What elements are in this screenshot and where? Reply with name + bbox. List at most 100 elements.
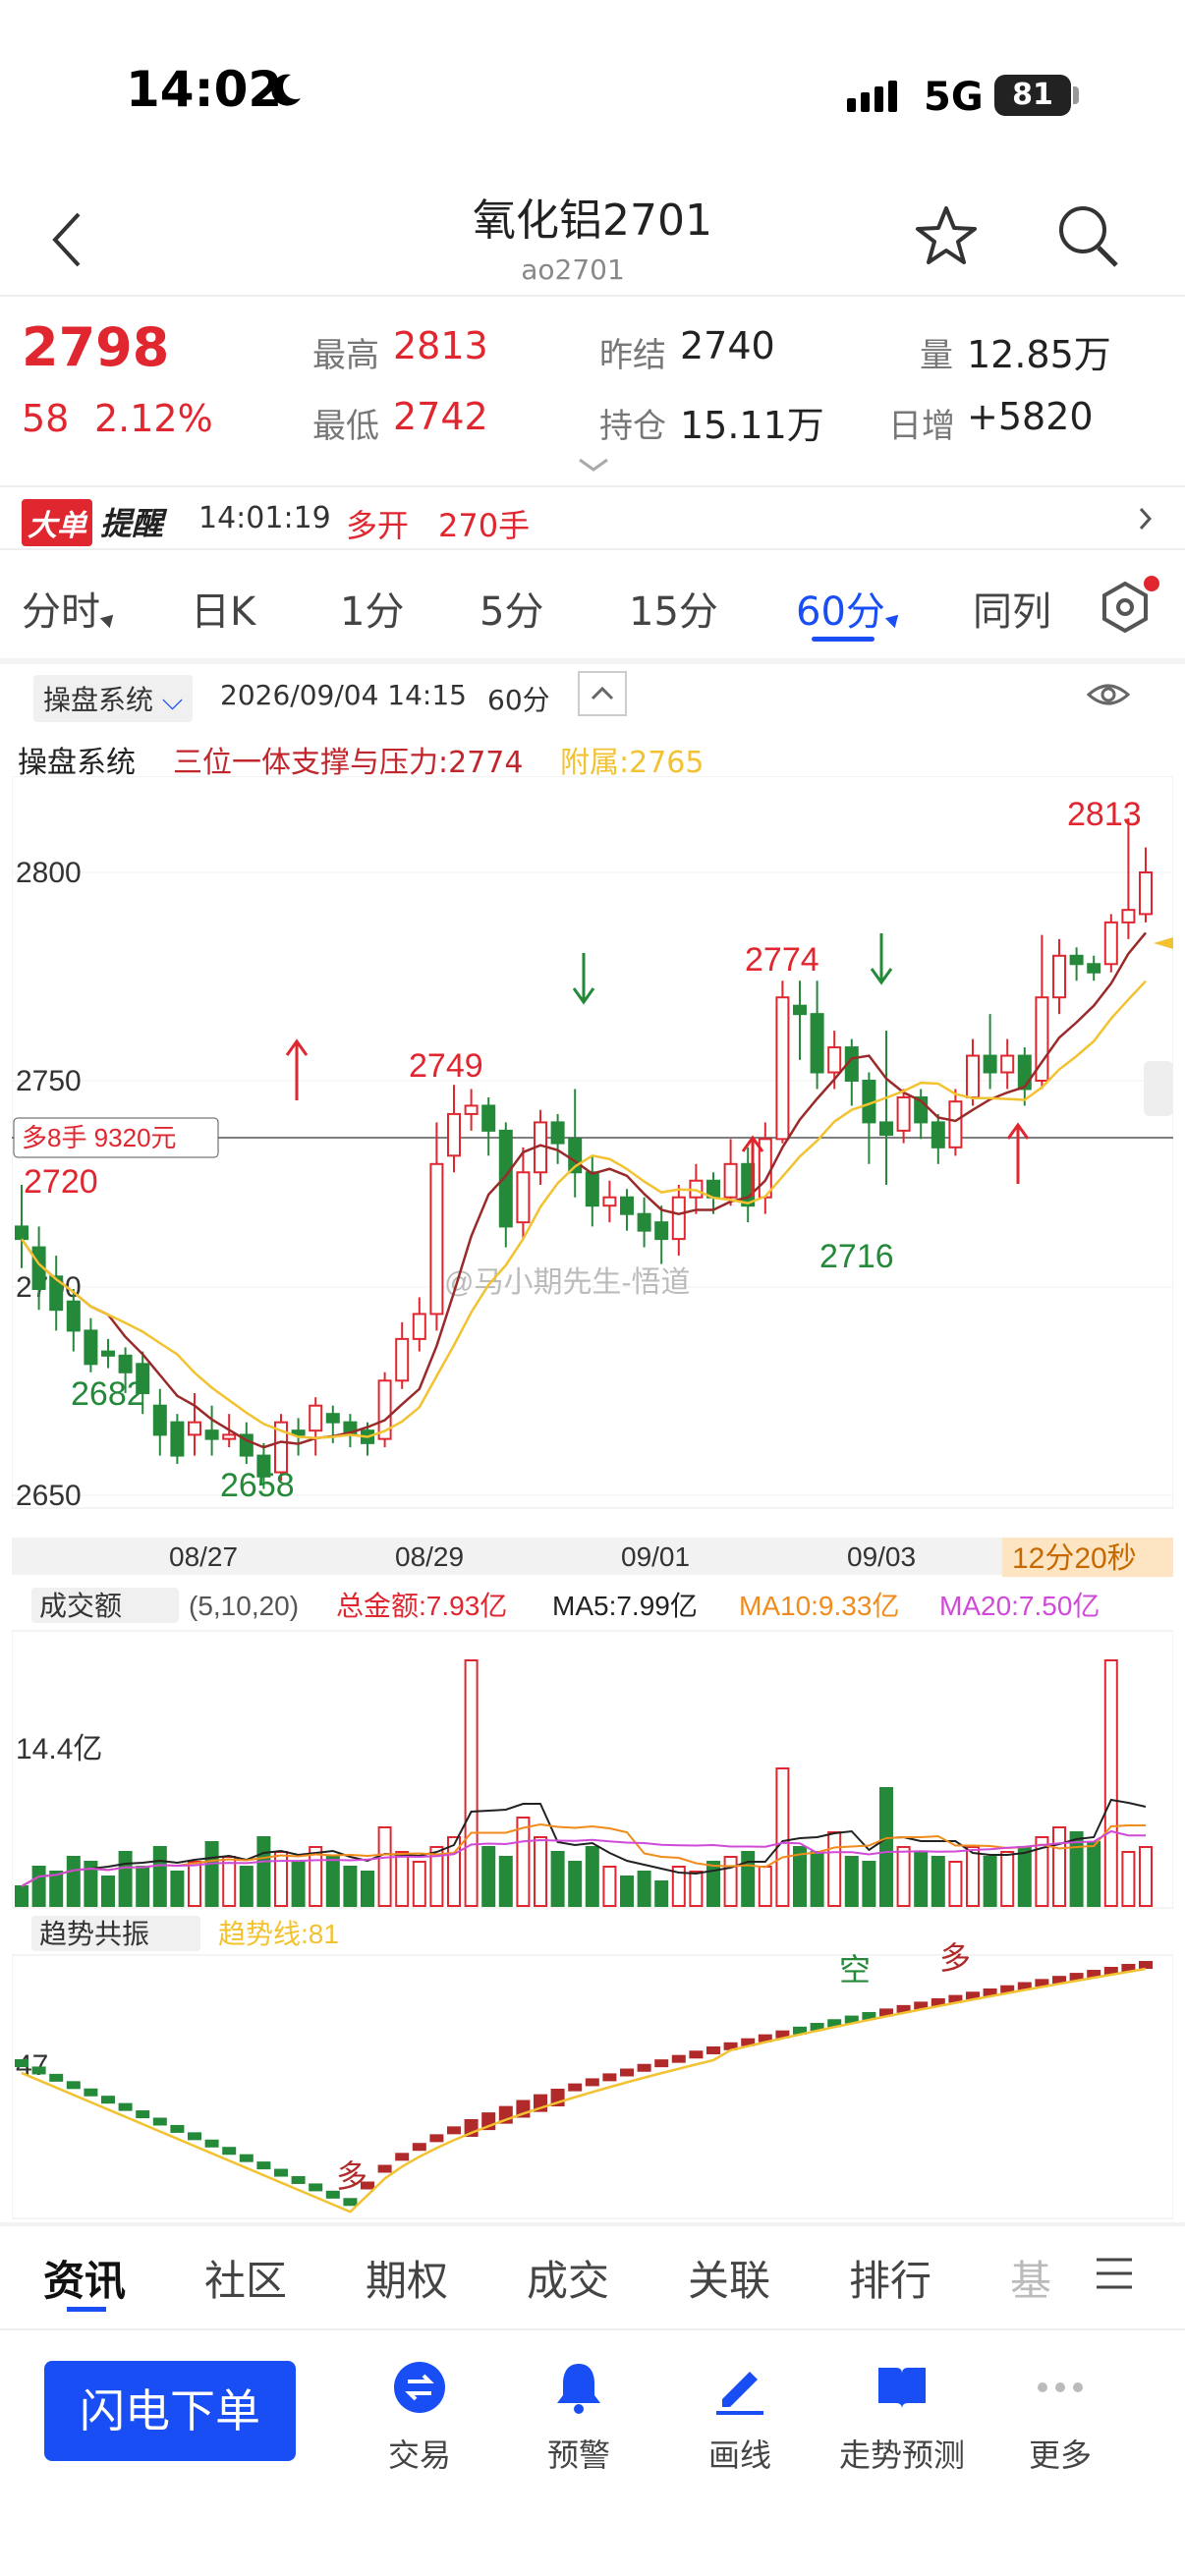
volume-bar <box>602 1866 617 1907</box>
tab-news[interactable]: 资讯 <box>43 2248 126 2308</box>
volume-bar <box>481 1846 496 1907</box>
volume-label: 量 <box>920 336 953 375</box>
more-button[interactable]: 更多 <box>987 2358 1134 2476</box>
candle-body <box>810 1013 824 1074</box>
active-tab-indicator <box>67 2307 106 2312</box>
bell-icon <box>557 2364 600 2414</box>
menu-icon[interactable] <box>1095 2256 1134 2291</box>
trend-block <box>637 2063 651 2072</box>
trend-block <box>274 2168 288 2177</box>
alert-badge: 大单 <box>22 499 92 546</box>
forecast-button[interactable]: 走势预测 <box>825 2358 979 2476</box>
volume-bar <box>309 1846 323 1907</box>
candle-body <box>222 1433 237 1440</box>
tab-fundamental[interactable]: 基 <box>1010 2248 1051 2308</box>
page-title: 氧化铝2701 <box>473 196 712 246</box>
collapse-button[interactable] <box>578 671 627 716</box>
volume-bar <box>827 1831 842 1907</box>
volume-bar <box>343 1866 358 1907</box>
volume-bar <box>101 1876 115 1907</box>
candle-body <box>395 1337 410 1382</box>
battery-tip <box>1073 86 1079 104</box>
system-selector[interactable]: 操盘系统 ⌵ <box>33 675 194 722</box>
volume-ma5: MA5:7.99亿 <box>552 1591 698 1621</box>
trend-tag: 多 <box>336 2158 367 2194</box>
volume-bar <box>49 1871 64 1907</box>
daily-inc-label: 日增 <box>888 407 955 446</box>
trend-block <box>101 2096 115 2104</box>
y-axis-label: 2800 <box>16 857 82 889</box>
signal-arrow-down <box>572 953 595 1005</box>
tab-15min[interactable]: 15分 <box>629 580 718 637</box>
book-icon <box>878 2368 926 2409</box>
tab-daily-k[interactable]: 日K <box>191 580 255 637</box>
volume-bar <box>1017 1846 1032 1907</box>
flash-order-button[interactable]: 闪电下单 <box>44 2361 296 2461</box>
tab-same-list[interactable]: 同列 <box>973 580 1051 637</box>
trend-block <box>256 2161 271 2170</box>
candle-body <box>464 1104 479 1115</box>
volume-bar <box>914 1851 929 1907</box>
alert-qty: 270手 <box>438 507 531 544</box>
nav-bar: 氧化铝2701 ao2701 <box>0 177 1185 295</box>
volume-bar <box>620 1876 634 1907</box>
moon-icon <box>271 74 301 106</box>
tab-60min[interactable]: 60分 <box>796 580 904 637</box>
legend-system: 操盘系统 <box>18 746 136 780</box>
eye-icon[interactable] <box>1085 677 1132 712</box>
battery-icon: 81 <box>994 75 1071 116</box>
trend-block <box>671 2054 686 2063</box>
tab-trades[interactable]: 成交 <box>527 2248 609 2308</box>
big-order-alert[interactable]: 大单 提醒 14:01:19 多开 270手 <box>0 487 1185 548</box>
trend-line <box>21 1967 1147 2213</box>
volume-bar <box>723 1856 738 1907</box>
y-axis-label: 2750 <box>16 1065 82 1097</box>
candle-body <box>654 1221 669 1241</box>
price-change-pct: 2.12% <box>94 397 213 440</box>
candle-body <box>1087 963 1101 974</box>
low-value: 2742 <box>393 395 488 438</box>
volume-bar <box>170 1871 185 1907</box>
trend-tag: 多 <box>939 1940 971 1976</box>
trend-name: 趋势共振 <box>39 1919 149 1949</box>
volume-ma20: MA20:7.50亿 <box>939 1591 1100 1621</box>
tab-options[interactable]: 期权 <box>366 2248 448 2308</box>
candle-body <box>671 1196 686 1241</box>
countdown: 12分20秒 <box>1012 1542 1137 1575</box>
candle-body <box>793 1004 807 1016</box>
tab-1min[interactable]: 1分 <box>340 580 404 637</box>
volume-bar <box>188 1861 201 1907</box>
expand-chevron-icon[interactable] <box>574 456 613 476</box>
price-marker <box>1154 937 1173 949</box>
tab-intraday[interactable]: 分时 <box>22 580 119 637</box>
candle-body <box>602 1196 617 1207</box>
candle-body <box>516 1171 531 1224</box>
tab-ranking[interactable]: 排行 <box>849 2248 931 2308</box>
volume-bar <box>291 1861 306 1907</box>
trade-button[interactable]: 交易 <box>346 2358 493 2476</box>
draw-button[interactable]: 画线 <box>666 2358 814 2476</box>
candle-body <box>481 1104 496 1132</box>
tab-5min[interactable]: 5分 <box>480 580 543 637</box>
favorite-star-icon[interactable] <box>912 202 981 271</box>
trend-block <box>152 2117 167 2126</box>
volume-total: 总金额:7.93亿 <box>336 1591 507 1621</box>
tab-community[interactable]: 社区 <box>204 2248 287 2308</box>
tab-related[interactable]: 关联 <box>688 2248 770 2308</box>
kline-chart[interactable]: 2800 2750 2700 2650 多8手 9320元 08/27 08/29 09/01… <box>12 776 1173 2220</box>
candle-body <box>931 1121 945 1148</box>
candle-body <box>84 1329 98 1366</box>
price-annotation: 2658 <box>220 1467 295 1504</box>
alert-time: 14:01:19 <box>198 501 331 535</box>
settings-hex-icon[interactable] <box>1091 574 1159 643</box>
volume-bar <box>896 1846 911 1907</box>
trend-block <box>136 2110 150 2119</box>
dropdown-triangle-icon <box>99 609 119 629</box>
alert-button[interactable]: 预警 <box>505 2358 652 2476</box>
candle-body <box>152 1404 167 1436</box>
volume-bar <box>412 1861 426 1907</box>
volume-bar <box>550 1851 565 1907</box>
volume-bar <box>152 1846 167 1907</box>
volume-bar <box>118 1851 133 1907</box>
search-icon[interactable] <box>1055 202 1120 271</box>
